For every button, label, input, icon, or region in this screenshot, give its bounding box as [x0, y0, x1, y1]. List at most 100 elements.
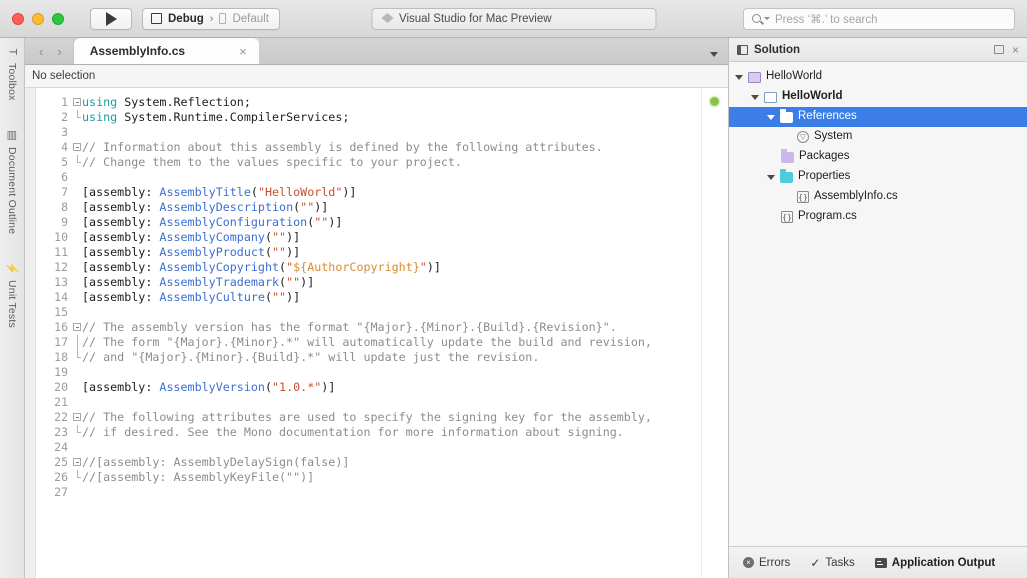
checkmark-icon: ✓ [810, 555, 821, 570]
tree-item-program-cs[interactable]: {} Program.cs [729, 207, 1027, 227]
code-token: AssemblyCopyright [159, 260, 280, 274]
line-number: 5 [36, 155, 81, 170]
line-number: 10 [54, 230, 68, 244]
editor-right-margin [701, 88, 728, 578]
chevron-down-icon[interactable] [710, 52, 718, 57]
search-field[interactable]: Press ‘⌘.’ to search [743, 7, 1015, 30]
fold-collapse-icon[interactable] [73, 98, 81, 106]
code-token: AssemblyCompany [159, 230, 265, 244]
code-token: // Information about this assembly is de… [82, 140, 603, 154]
fold-collapse-icon[interactable] [73, 143, 81, 151]
code-token: )] [286, 245, 301, 259]
tree-item-system[interactable]: ▽ System [729, 127, 1027, 147]
code-token: )] [286, 290, 301, 304]
code-token: AssemblyCulture [159, 290, 265, 304]
code-token: AssemblyProduct [159, 245, 265, 259]
status-display[interactable]: Visual Studio for Mac Preview [371, 7, 656, 30]
sidebar-item-unit-tests[interactable]: ⚡ Unit Tests [5, 261, 19, 327]
tree-item-helloworld[interactable]: HelloWorld [729, 67, 1027, 87]
code-token: " [419, 260, 427, 274]
close-icon[interactable]: × [1012, 44, 1019, 56]
pin-icon[interactable] [993, 45, 1004, 54]
line-number: 15 [54, 305, 68, 319]
code-editor[interactable]: 1 2 3 4 5 6 7 8 9 10 11 12 13 14 15 16 17 18 19 20 21 22 23 24 2… [25, 88, 728, 578]
line-number: 22 [36, 410, 81, 425]
code-token: "" [314, 215, 329, 229]
chevron-down-icon[interactable] [751, 94, 759, 100]
maximize-window-button[interactable] [52, 12, 64, 25]
solution-tree[interactable]: HelloWorld HelloWorld References ▽ System Pac… [729, 62, 1027, 546]
solution-pad: Solution × HelloWorld HelloWorld Reference… [728, 38, 1027, 578]
tree-item-helloworld[interactable]: HelloWorld [729, 87, 1027, 107]
code-token: AssemblyTitle [159, 185, 251, 199]
breakpoint-margin[interactable] [25, 88, 36, 578]
tree-item-packages[interactable]: Packages [729, 147, 1027, 167]
main-body: T Toolbox ▤ Document Outline ⚡ Unit Test… [0, 38, 1027, 578]
code-line: [assembly: AssemblyCopyright("${AuthorCo… [82, 260, 728, 275]
code-line: [assembly: AssemblyCompany("")] [82, 230, 728, 245]
chevron-down-icon[interactable] [767, 174, 775, 180]
line-number: 23 [36, 425, 81, 440]
line-number-gutter: 1 2 3 4 5 6 7 8 9 10 11 12 13 14 15 16 17 18 19 20 21 22 23 24 2… [36, 88, 81, 578]
chevron-right-icon[interactable]: › [57, 45, 61, 58]
status-dot-indicator [710, 97, 719, 106]
minimize-window-button[interactable] [32, 12, 44, 25]
tree-item-references[interactable]: References [729, 107, 1027, 127]
window-controls [12, 12, 64, 25]
title-bar: Debug › Default Visual Studio for Mac Pr… [0, 0, 1027, 38]
left-pad-rail: T Toolbox ▤ Document Outline ⚡ Unit Test… [0, 38, 25, 578]
code-token: using [82, 110, 118, 124]
code-token: [assembly: [82, 185, 160, 199]
errors-pad-button[interactable]: × Errors [743, 557, 790, 569]
code-token: )] [342, 185, 357, 199]
code-token: [assembly: [82, 290, 160, 304]
csharp-file-icon: {} [797, 191, 809, 203]
tab-assemblyinfo-cs[interactable]: AssemblyInfo.cs × [73, 38, 259, 64]
fold-collapse-icon[interactable] [73, 323, 81, 331]
line-number: 25 [36, 455, 81, 470]
fold-end-marker [77, 470, 81, 478]
code-line: [assembly: AssemblyDescription("")] [82, 200, 728, 215]
editor-column: ‹ › AssemblyInfo.cs × No selection 12345… [25, 38, 728, 578]
tree-item-properties[interactable]: Properties [729, 167, 1027, 187]
tree-item-label: Program.cs [798, 210, 857, 223]
code-line: [assembly: AssemblyConfiguration("")] [82, 215, 728, 230]
code-line: //[assembly: AssemblyKeyFile("")] [82, 470, 728, 485]
line-number: 12 [54, 260, 68, 274]
pad-title: Solution [754, 43, 800, 56]
code-token: )] [300, 275, 315, 289]
chevron-left-icon[interactable]: ‹ [39, 45, 43, 58]
code-text[interactable]: using System.Reflection; using System.Run… [71, 88, 728, 578]
fold-collapse-icon[interactable] [73, 458, 81, 466]
code-token: ${AuthorCopyright} [293, 260, 420, 274]
play-triangle-icon [105, 11, 117, 26]
tree-item-assemblyinfo-cs[interactable]: {} AssemblyInfo.cs [729, 187, 1027, 207]
line-number: 19 [54, 365, 68, 379]
close-window-button[interactable] [12, 12, 24, 25]
code-token: System.Reflection; [117, 95, 251, 109]
chevron-right-icon: › [209, 12, 214, 25]
chevron-down-icon[interactable] [767, 114, 775, 120]
solution-icon [748, 71, 761, 83]
code-line: [assembly: AssemblyVersion("1.0.*")] [82, 380, 728, 395]
code-token: // The form "{Major}.{Minor}.*" will aut… [82, 335, 652, 349]
square-icon [151, 13, 162, 24]
code-line: // The form "{Major}.{Minor}.*" will aut… [82, 335, 728, 350]
run-button[interactable] [90, 7, 132, 30]
application-output-pad-button[interactable]: Application Output [874, 557, 995, 569]
close-icon[interactable]: × [239, 44, 247, 59]
code-token: AssemblyTrademark [159, 275, 280, 289]
run-configuration-selector[interactable]: Debug › Default [142, 7, 280, 30]
sidebar-item-document-outline[interactable]: ▤ Document Outline [6, 129, 19, 234]
tasks-pad-button[interactable]: ✓ Tasks [810, 557, 854, 569]
chevron-down-icon[interactable] [735, 74, 743, 80]
fold-collapse-icon[interactable] [73, 413, 81, 421]
breadcrumb[interactable]: No selection [25, 65, 728, 88]
sidebar-item-toolbox[interactable]: T Toolbox [6, 46, 18, 101]
line-number: 26 [36, 470, 81, 485]
code-token: using [82, 95, 118, 109]
code-token: ( [264, 380, 273, 394]
solution-icon [737, 44, 748, 55]
